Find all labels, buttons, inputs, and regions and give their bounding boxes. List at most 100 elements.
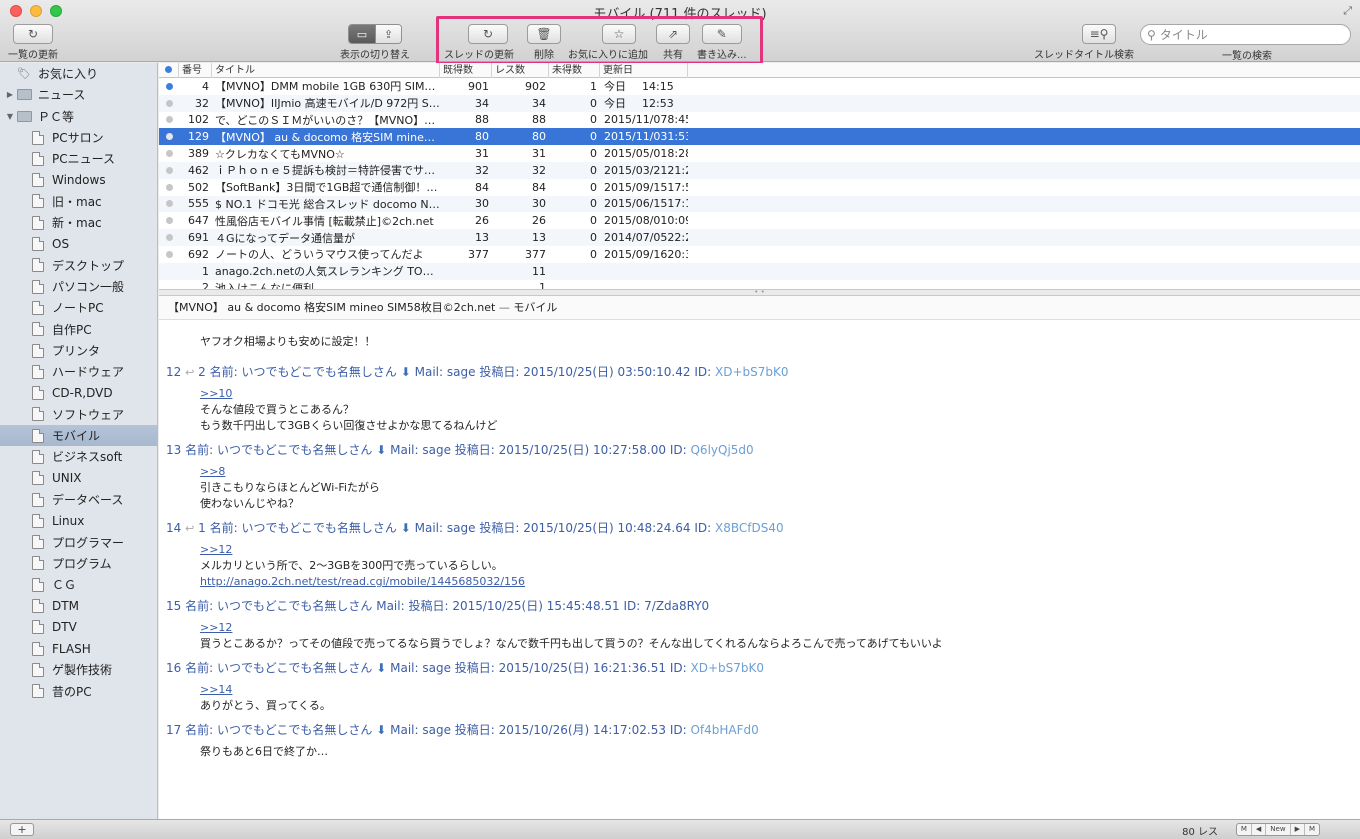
- disclosure-closed-icon[interactable]: ▶: [4, 90, 16, 99]
- post-url-link[interactable]: http://anago.2ch.net/test/read.cgi/mobil…: [200, 574, 1360, 590]
- thread-got: 88: [475, 113, 489, 127]
- sidebar-item[interactable]: OS: [0, 233, 157, 254]
- thread-view-icon[interactable]: ⇪: [375, 25, 401, 43]
- sidebar-item[interactable]: Linux: [0, 510, 157, 531]
- fullscreen-icon[interactable]: ⤢: [1343, 4, 1352, 18]
- post-body: >>12 買うとこあるか？ってその値段で売ってるなら買うでしょ？なんで数千円も出し…: [166, 620, 1360, 652]
- thread-row[interactable]: 647 性風俗店モバイル事情 [転載禁止]©2ch.net 26 26 0 2015/08…: [159, 212, 1360, 229]
- sidebar-item[interactable]: ゲ製作技術: [0, 659, 157, 680]
- reply-arrow-icon[interactable]: ↩: [185, 366, 194, 379]
- thread-res: 902: [525, 79, 546, 93]
- list-view-icon[interactable]: ▭: [349, 25, 375, 43]
- thread-row[interactable]: 555 $ NO.1 ドコモ光 総合スレッド docomo N… 30 30 0 2015…: [159, 195, 1360, 213]
- thread-row[interactable]: 32 【MVNO】IIJmio 高速モバイル/D 972円 S… 34 34 0 今日 12…: [159, 94, 1360, 112]
- post-header: 13 名前: いつでもどこでも名無しさん ⬇ Mail: sage 投稿日: 2…: [166, 442, 1360, 458]
- thread-updated: 2015/03/2121:2: [600, 164, 688, 177]
- poster-id[interactable]: XD+bS7bK0: [690, 661, 764, 675]
- reply-count[interactable]: 2: [198, 365, 206, 379]
- thread-row[interactable]: 1 anago.2ch.netの人気スレランキング TOP… 11: [159, 262, 1360, 280]
- poster-id[interactable]: Of4bHAFd0: [690, 723, 758, 737]
- id-label: ID:: [623, 599, 641, 613]
- sidebar-item[interactable]: PCニュース: [0, 148, 157, 169]
- sidebar-item[interactable]: ソフトウェア: [0, 404, 157, 425]
- sidebar-item[interactable]: ▼ ＰＣ等: [0, 106, 157, 127]
- sidebar-item[interactable]: 昔のPC: [0, 681, 157, 702]
- num-column-header[interactable]: 番号: [179, 63, 212, 78]
- poster-id[interactable]: Q6lyQj5d0: [690, 443, 753, 457]
- add-board-button[interactable]: +: [10, 823, 34, 836]
- got-column-header[interactable]: 既得数: [440, 63, 492, 78]
- sidebar-item[interactable]: ノートPC: [0, 297, 157, 318]
- reply-anchor-link[interactable]: >>12: [200, 542, 232, 558]
- nav-button[interactable]: M: [1303, 824, 1319, 835]
- reply-anchor-link[interactable]: >>8: [200, 464, 225, 480]
- sidebar-item[interactable]: プリンタ: [0, 340, 157, 361]
- sidebar-item[interactable]: ＣＧ: [0, 574, 157, 595]
- post-number[interactable]: 16: [166, 661, 181, 675]
- thread-res: 30: [532, 197, 546, 211]
- post-number[interactable]: 14: [166, 521, 181, 535]
- read-dot-icon: [165, 150, 173, 158]
- nav-button[interactable]: New: [1265, 824, 1289, 835]
- sidebar-item[interactable]: 旧・mac: [0, 191, 157, 212]
- updated-column-header[interactable]: 更新日: [600, 63, 688, 78]
- post-number[interactable]: 13: [166, 443, 181, 457]
- poster-id[interactable]: X8BCfDS40: [715, 521, 784, 535]
- res-column-header[interactable]: レス数: [492, 63, 549, 78]
- search-input[interactable]: タイトル: [1160, 26, 1208, 43]
- sidebar-item[interactable]: CD-R,DVD: [0, 382, 157, 403]
- refresh-list-button[interactable]: ↻: [13, 24, 53, 44]
- thread-row[interactable]: 102 で、どこのＳＩＭがいいのさ？【MVNO】… 88 88 0 2015/11/078…: [159, 112, 1360, 129]
- sidebar-item[interactable]: 自作PC: [0, 319, 157, 340]
- sidebar-item[interactable]: データベース: [0, 489, 157, 510]
- sidebar-item[interactable]: Windows: [0, 169, 157, 190]
- status-dot-icon: [165, 65, 172, 73]
- nav-button[interactable]: ▶: [1289, 824, 1304, 835]
- sidebar-item[interactable]: ▶ ニュース: [0, 84, 157, 105]
- sidebar-item[interactable]: FLASH: [0, 638, 157, 659]
- view-switch-item[interactable]: ▭ ⇪ 表示の切り替え: [340, 24, 410, 61]
- view-switch-segment[interactable]: ▭ ⇪: [348, 24, 402, 44]
- thread-row[interactable]: 691 ４Gになってデータ通信量が 13 13 0 2014/07/0522:2: [159, 229, 1360, 246]
- title-search-item[interactable]: ≡⚲ スレッドタイトル検索: [1034, 24, 1134, 61]
- sidebar-item[interactable]: DTV: [0, 617, 157, 638]
- thread-row[interactable]: 692 ノートの人、どういうマウス使ってんだよ 377 377 0 2015/09/162…: [159, 246, 1360, 263]
- sidebar-item[interactable]: パソコン一般: [0, 276, 157, 297]
- sidebar-item[interactable]: デスクトップ: [0, 255, 157, 276]
- reply-anchor-link[interactable]: >>10: [200, 386, 232, 402]
- nav-button[interactable]: ◀: [1250, 824, 1265, 835]
- sidebar-item[interactable]: ハードウェア: [0, 361, 157, 382]
- reply-arrow-icon[interactable]: ↩: [185, 522, 194, 535]
- reply-count[interactable]: 1: [198, 521, 206, 535]
- poster-id[interactable]: XD+bS7bK0: [715, 365, 789, 379]
- reply-anchor-link[interactable]: >>12: [200, 620, 232, 636]
- sidebar-item[interactable]: 新・mac: [0, 212, 157, 233]
- sidebar-item[interactable]: PCサロン: [0, 127, 157, 148]
- sidebar-item[interactable]: プログラム: [0, 553, 157, 574]
- thread-row[interactable]: 389 ☆クレカなくてもMVNO☆ 31 31 0 2015/05/018:28: [159, 145, 1360, 162]
- search-field[interactable]: ⚲ タイトル: [1140, 24, 1351, 45]
- sidebar-item[interactable]: UNIX: [0, 468, 157, 489]
- title-search-button[interactable]: ≡⚲: [1082, 24, 1116, 44]
- sidebar-item[interactable]: モバイル: [0, 425, 157, 447]
- post-number[interactable]: 17: [166, 723, 181, 737]
- title-column-header[interactable]: タイトル: [212, 63, 440, 78]
- disclosure-open-icon[interactable]: ▼: [4, 112, 16, 121]
- sidebar-item[interactable]: ビジネスsoft: [0, 446, 157, 467]
- thread-row[interactable]: 502 【SoftBank】3日間で1GB超で通信制御！… 84 84 0 2015/09…: [159, 179, 1360, 196]
- reply-anchor-link[interactable]: >>14: [200, 682, 232, 698]
- poster-id[interactable]: 7/Zda8RY0: [644, 599, 709, 613]
- post-number[interactable]: 15: [166, 599, 181, 613]
- thread-row[interactable]: 462 ｉＰｈｏｎｅ５提訴も検討＝特許侵害でサ… 32 32 0 2015/03/2121…: [159, 161, 1360, 179]
- unread-column-header[interactable]: 未得数: [549, 63, 600, 78]
- thread-title-cell: ☆クレカなくてもMVNO☆: [215, 147, 345, 161]
- status-column-header[interactable]: [159, 63, 179, 78]
- sidebar-item[interactable]: プログラマー: [0, 532, 157, 553]
- sidebar-item[interactable]: DTM: [0, 595, 157, 616]
- nav-button[interactable]: M: [1237, 824, 1251, 835]
- thread-row[interactable]: 4 【MVNO】DMM mobile 1GB 630円 SIM… 901 902 1 今日…: [159, 78, 1360, 95]
- sidebar-item[interactable]: 🏷 お気に入り: [0, 63, 157, 84]
- post-number[interactable]: 12: [166, 365, 181, 379]
- refresh-list-item[interactable]: ↻ 一覧の更新: [8, 24, 58, 61]
- thread-row[interactable]: 129 【MVNO】 au & docomo 格安SIM mineo… 80 80 0 2…: [159, 128, 1360, 146]
